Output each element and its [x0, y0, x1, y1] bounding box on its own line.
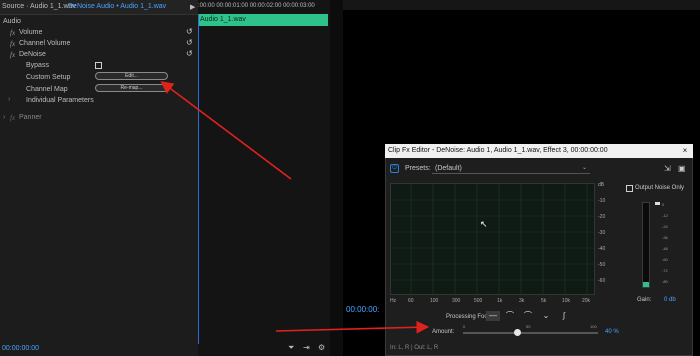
annotation-arrow-to-edit [160, 81, 292, 180]
annotation-arrow-to-amount [275, 320, 430, 334]
annotation-arrows [160, 81, 430, 334]
